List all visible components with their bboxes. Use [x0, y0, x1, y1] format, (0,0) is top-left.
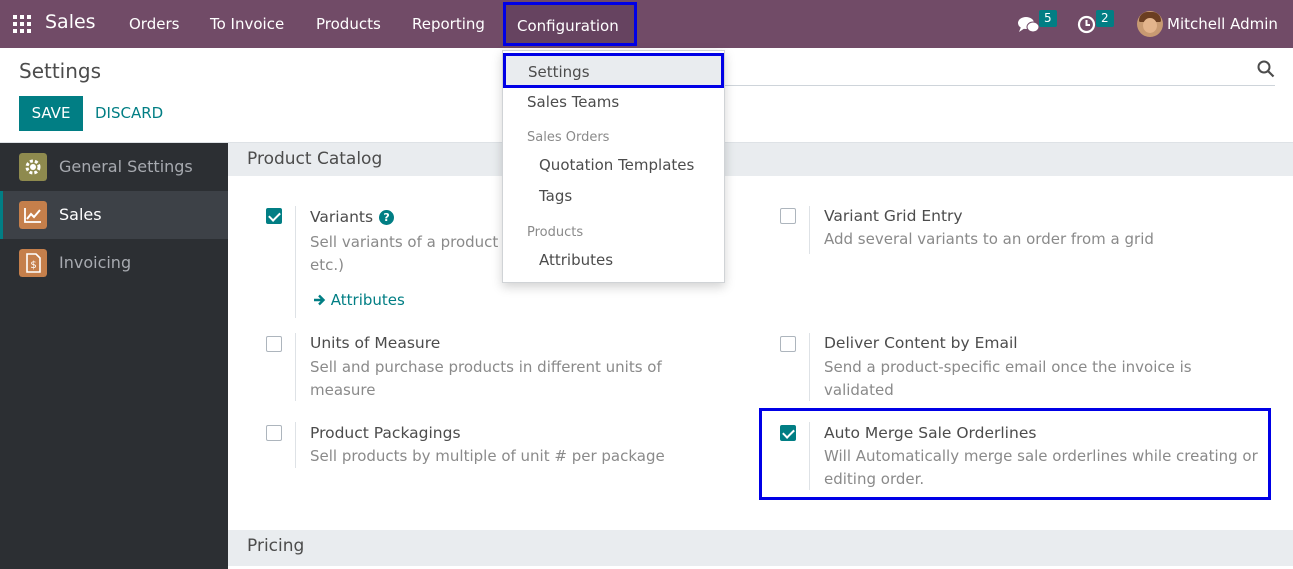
dropdown-header-products: Products	[527, 225, 584, 240]
sidebar-item-invoicing[interactable]: $ Invoicing	[0, 239, 228, 287]
configuration-dropdown: Settings Sales Teams Sales Orders Quotat…	[502, 50, 725, 283]
section-title: Product Catalog	[247, 149, 383, 169]
help-question-icon[interactable]: ?	[379, 210, 395, 225]
search-input[interactable]	[725, 85, 1275, 86]
dropdown-item-settings[interactable]: Settings	[503, 53, 724, 88]
deliver-email-desc: Send a product-specific email once the i…	[824, 358, 1192, 399]
apps-grid-icon[interactable]	[13, 15, 31, 33]
auto-merge-desc: Will Automatically merge sale orderlines…	[824, 447, 1258, 488]
packagings-checkbox[interactable]	[266, 425, 282, 441]
invoice-icon: $	[19, 249, 47, 277]
discard-button[interactable]: DISCARD	[95, 104, 163, 122]
settings-content: Product Catalog Variants? Sell variants …	[228, 143, 1293, 569]
sales-chart-icon	[19, 201, 47, 229]
auto-merge-title: Auto Merge Sale Orderlines	[824, 424, 1037, 442]
menu-configuration[interactable]: Configuration	[503, 2, 637, 46]
arrow-right-icon	[314, 294, 326, 306]
uom-desc: Sell and purchase products in different …	[310, 358, 662, 399]
section-header-pricing: Pricing	[228, 530, 1293, 566]
dropdown-item-quotation-templates[interactable]: Quotation Templates	[539, 156, 694, 174]
sidebar-item-general-settings[interactable]: General Settings	[0, 143, 228, 191]
variants-checkbox[interactable]	[266, 208, 282, 224]
menu-to-invoice[interactable]: To Invoice	[210, 15, 284, 33]
dropdown-item-attributes[interactable]: Attributes	[539, 251, 613, 269]
settings-sidebar: General Settings Sales $ Invoicing	[0, 143, 228, 569]
packagings-desc: Sell products by multiple of unit # per …	[310, 447, 665, 465]
sidebar-item-label: Invoicing	[59, 253, 132, 272]
sidebar-item-sales[interactable]: Sales	[0, 191, 228, 239]
packagings-title: Product Packagings	[310, 424, 461, 442]
top-navbar: Sales Orders To Invoice Products Reporti…	[0, 0, 1293, 48]
auto-merge-checkbox[interactable]	[780, 425, 796, 441]
search-icon[interactable]	[1257, 60, 1275, 78]
variants-title: Variants?	[310, 208, 395, 226]
uom-title: Units of Measure	[310, 334, 441, 352]
menu-reporting[interactable]: Reporting	[412, 15, 485, 33]
dropdown-header-sales-orders: Sales Orders	[527, 130, 610, 145]
svg-text:$: $	[30, 260, 36, 271]
messages-icon[interactable]	[1018, 16, 1040, 34]
user-name[interactable]: Mitchell Admin	[1167, 15, 1278, 33]
dropdown-item-tags[interactable]: Tags	[539, 187, 572, 205]
activity-clock-icon[interactable]	[1077, 15, 1096, 34]
menu-orders[interactable]: Orders	[129, 15, 179, 33]
uom-checkbox[interactable]	[266, 336, 282, 352]
user-avatar[interactable]	[1137, 11, 1163, 37]
menu-products[interactable]: Products	[316, 15, 381, 33]
deliver-email-title: Deliver Content by Email	[824, 334, 1018, 352]
messages-badge: 5	[1039, 10, 1057, 27]
menu-configuration-label: Configuration	[517, 17, 619, 35]
app-brand[interactable]: Sales	[45, 11, 96, 33]
section-title: Pricing	[247, 536, 305, 556]
save-button[interactable]: SAVE	[19, 96, 83, 131]
section-header-product-catalog: Product Catalog	[228, 143, 1293, 176]
deliver-email-checkbox[interactable]	[780, 336, 796, 352]
dropdown-item-label: Settings	[528, 63, 590, 81]
sidebar-item-label: General Settings	[59, 157, 193, 176]
activities-badge: 2	[1096, 10, 1114, 27]
page-title: Settings	[19, 59, 102, 83]
dropdown-item-sales-teams[interactable]: Sales Teams	[527, 93, 619, 111]
attributes-link[interactable]: Attributes	[313, 291, 405, 309]
variant-grid-desc: Add several variants to an order from a …	[824, 230, 1154, 248]
gear-icon	[19, 153, 47, 181]
variant-grid-checkbox[interactable]	[780, 208, 796, 224]
sidebar-item-label: Sales	[59, 205, 102, 224]
variant-grid-title: Variant Grid Entry	[824, 207, 963, 225]
